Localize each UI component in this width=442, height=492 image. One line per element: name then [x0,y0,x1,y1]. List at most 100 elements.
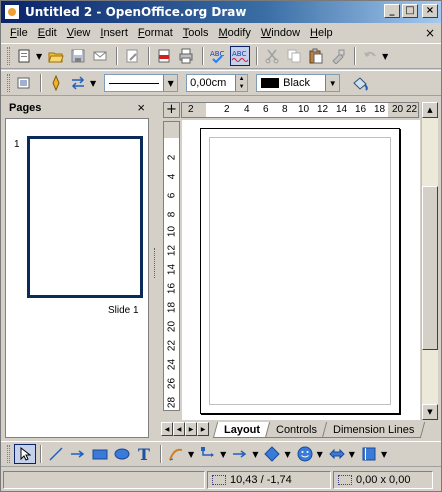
title-bar[interactable]: Untitled 2 - OpenOffice.org Draw _ □ × [1,1,441,23]
pages-pane: Pages × 1 Slide 1 [3,98,151,440]
toolbar-separator [354,47,357,65]
toolbar-separator [40,74,42,92]
cut-icon[interactable] [262,46,282,66]
first-tab-button[interactable]: ◀ [161,422,173,436]
scrollbar-thumb[interactable] [422,186,438,350]
ruler-tick: 10 [298,104,310,115]
line-width-field[interactable]: 0,00cm ▲ ▼ [186,74,249,92]
next-tab-button[interactable]: ▶ [185,422,197,436]
scroll-down-button[interactable]: ▼ [422,404,438,420]
scroll-up-button[interactable]: ▲ [422,102,438,118]
line-style-select[interactable]: ▼ [104,74,179,92]
tab-layout[interactable]: Layout [212,422,272,438]
select-tool-icon[interactable] [14,444,36,464]
area-fill-icon[interactable] [350,73,370,93]
line-width-spinner[interactable]: ▲ ▼ [235,75,248,91]
slide-thumbnail[interactable] [27,136,143,298]
status-bar: 10,43 / -1,74 0,00 x 0,00 [1,469,441,491]
menu-view[interactable]: View [62,27,96,39]
lines-arrows-dropdown-icon[interactable]: ▼ [252,450,258,459]
undo-icon[interactable] [360,46,380,66]
toolbar-grip[interactable] [7,445,10,463]
menu-modify[interactable]: Modify [213,27,255,39]
line-color-select[interactable]: Black ▼ [256,74,341,92]
line-tool-icon[interactable] [46,444,66,464]
maximize-button[interactable]: □ [402,4,418,18]
block-arrows-dropdown-icon[interactable]: ▼ [349,450,355,459]
horizontal-ruler[interactable]: 2 2 4 6 8 10 12 14 16 18 20 22 [181,102,419,118]
symbol-shapes-icon[interactable] [295,444,315,464]
email-icon[interactable] [90,46,110,66]
menu-help[interactable]: Help [305,27,338,39]
draw-app-icon[interactable] [4,4,20,20]
undo-dropdown-icon[interactable]: ▼ [382,52,388,61]
edit-file-icon[interactable] [122,46,142,66]
menu-window[interactable]: Window [256,27,305,39]
tab-controls[interactable]: Controls [264,422,329,438]
menu-insert[interactable]: Insert [95,27,133,39]
ruler-tick: 2 [166,154,178,161]
tab-dimension-lines[interactable]: Dimension Lines [321,422,426,438]
flowchart-dropdown-icon[interactable]: ▼ [381,450,387,459]
menu-edit[interactable]: Edit [33,27,62,39]
ruler-tick: 16 [166,282,178,295]
export-pdf-icon[interactable] [154,46,174,66]
minimize-button[interactable]: _ [384,4,400,18]
new-icon[interactable] [14,46,34,66]
clone-format-icon[interactable] [328,46,348,66]
save-icon[interactable] [68,46,88,66]
page-margin-boundary [209,137,391,405]
connector-dropdown-icon[interactable]: ▼ [220,450,226,459]
rectangle-tool-icon[interactable] [90,444,110,464]
ruler-tick: 6 [263,104,269,115]
drawing-canvas[interactable] [182,120,420,420]
print-icon[interactable] [176,46,196,66]
basic-shapes-icon[interactable] [262,444,282,464]
curve-tool-icon[interactable] [166,444,186,464]
symbol-shapes-dropdown-icon[interactable]: ▼ [317,450,323,459]
block-arrows-icon[interactable] [327,444,347,464]
ellipse-tool-icon[interactable] [112,444,132,464]
flowchart-icon[interactable] [359,444,379,464]
toolbar-grip[interactable] [7,47,10,65]
menu-bar: File Edit View Insert Format Tools Modif… [1,23,441,43]
arrow-style-icon[interactable] [68,73,88,93]
line-icon[interactable] [46,73,66,93]
vertical-ruler[interactable]: 2 4 6 8 10 12 14 16 18 20 22 24 26 28 [163,121,180,411]
menu-tools[interactable]: Tools [178,27,214,39]
lines-arrows-icon[interactable] [230,444,250,464]
line-ends-arrow-icon[interactable] [68,444,88,464]
connector-tool-icon[interactable] [198,444,218,464]
chevron-down-icon[interactable]: ▼ [325,75,340,91]
line-fill-toolbar: ▼ ▼ 0,00cm ▲ ▼ Black ▼ [1,70,441,96]
new-dropdown-icon[interactable]: ▼ [36,52,42,61]
autospellcheck-icon[interactable]: ABC [230,46,251,66]
close-icon[interactable]: × [137,100,145,115]
close-window-button[interactable]: × [422,4,438,18]
ruler-origin-button[interactable]: + [163,102,180,118]
copy-icon[interactable] [284,46,304,66]
chevron-down-icon[interactable]: ▼ [163,75,178,91]
basic-shapes-dropdown-icon[interactable]: ▼ [284,450,290,459]
menu-file[interactable]: File [5,27,33,39]
curve-dropdown-icon[interactable]: ▼ [188,450,194,459]
last-tab-button[interactable]: ▶ [197,422,209,436]
drawing-page[interactable] [200,128,400,414]
tab-label: Controls [276,423,318,436]
spellcheck-icon[interactable]: ABC [208,46,228,66]
prev-tab-button[interactable]: ◀ [173,422,185,436]
svg-text:ABC: ABC [232,50,246,58]
ruler-tick: 16 [355,104,367,115]
styles-icon[interactable] [14,73,34,93]
pane-splitter[interactable] [153,98,159,440]
arrow-style-dropdown-icon[interactable]: ▼ [90,79,96,88]
text-tool-icon[interactable]: T [134,444,154,464]
line-style-preview [109,82,160,84]
size-icon [338,475,352,485]
menu-format[interactable]: Format [133,27,178,39]
open-icon[interactable] [46,46,66,66]
toolbar-grip[interactable] [7,74,10,92]
vertical-scrollbar[interactable]: ▲ ▼ [421,102,438,420]
paste-icon[interactable] [306,46,326,66]
close-document-button[interactable]: × [425,26,435,40]
